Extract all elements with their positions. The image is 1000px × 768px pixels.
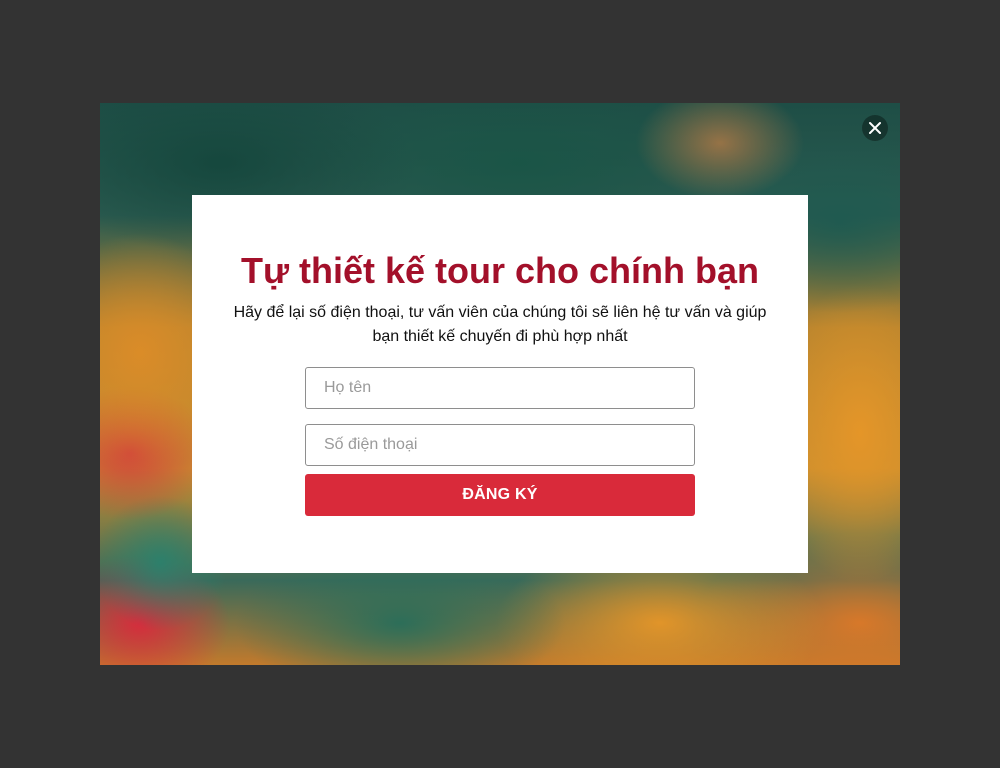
- page-overlay: Tự thiết kế tour cho chính bạn Hãy để lạ…: [0, 0, 1000, 768]
- name-input[interactable]: [305, 367, 695, 409]
- close-button[interactable]: [862, 115, 888, 141]
- register-button[interactable]: ĐĂNG KÝ: [305, 474, 695, 516]
- popup-title: Tự thiết kế tour cho chính bạn: [240, 250, 760, 291]
- close-icon: [868, 121, 882, 135]
- signup-card: Tự thiết kế tour cho chính bạn Hãy để lạ…: [192, 195, 808, 573]
- popup-subtitle: Hãy để lại số điện thoại, tư vấn viên củ…: [233, 304, 767, 345]
- signup-form: ĐĂNG KÝ: [305, 367, 695, 516]
- signup-modal: Tự thiết kế tour cho chính bạn Hãy để lạ…: [100, 103, 900, 665]
- phone-input[interactable]: [305, 424, 695, 466]
